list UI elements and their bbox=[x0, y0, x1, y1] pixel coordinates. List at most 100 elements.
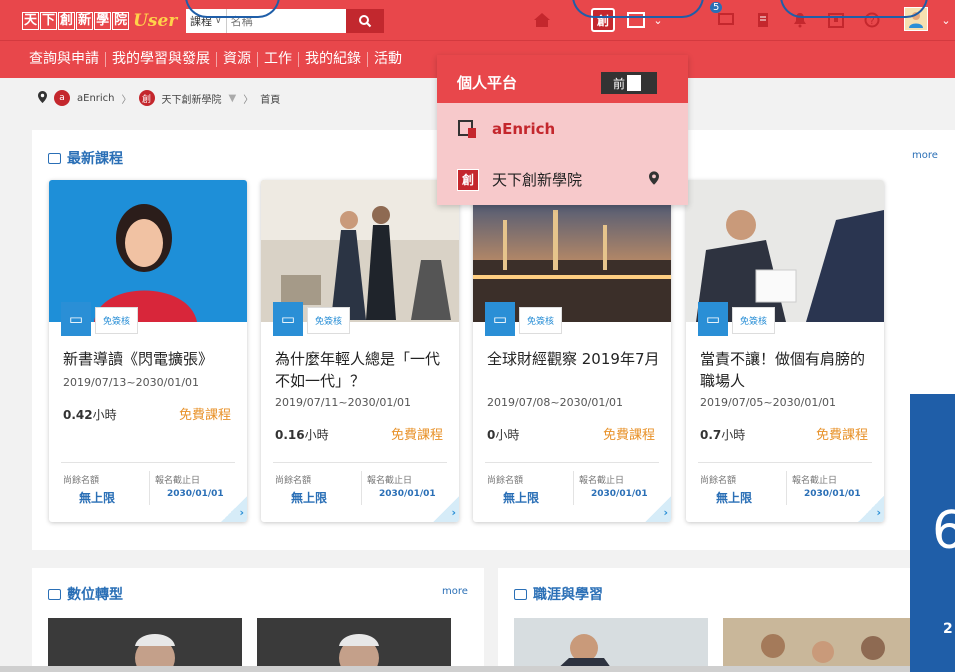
course-card[interactable]: ▭ 免簽核 為什麼年輕人總是「一代不如一代」？ 2019/07/11~2030/… bbox=[261, 180, 459, 522]
breadcrumb-separator: 〉 bbox=[243, 94, 254, 106]
quota-stat: 尚餘名額 無上限 bbox=[63, 476, 116, 505]
search-button[interactable] bbox=[346, 9, 384, 33]
side-overlay-panel: 6 2 bbox=[910, 394, 955, 672]
monitor-icon: ▭ bbox=[61, 302, 91, 336]
chevron-right-icon: › bbox=[876, 506, 881, 519]
page: { "header": { "logo_chars": ["天","下","創"… bbox=[0, 0, 955, 672]
logo-char: 創 bbox=[58, 12, 76, 30]
badge-label: 免簽核 bbox=[732, 307, 776, 334]
approval-badge: ▭ 免簽核 bbox=[61, 302, 139, 336]
badge-label: 免簽核 bbox=[519, 307, 563, 334]
book-icon bbox=[48, 152, 61, 164]
digital-transformation-panel: 數位轉型 more bbox=[32, 568, 484, 672]
dropdown-item-label: 天下創新學院 bbox=[492, 171, 583, 189]
nav-item-query[interactable]: 查詢與申請 bbox=[29, 52, 106, 67]
quota-stat: 尚餘名額 無上限 bbox=[487, 476, 540, 505]
deadline-stat: 報名截止日 2030/01/01 bbox=[155, 476, 224, 499]
nav-item-resources[interactable]: 資源 bbox=[217, 52, 258, 67]
aenrich-logo-icon: a bbox=[54, 90, 70, 106]
approval-badge: ▭ 免簽核 bbox=[273, 302, 351, 336]
breadcrumb-separator: 〉 bbox=[121, 94, 132, 106]
aenrich-logo-icon bbox=[457, 118, 479, 140]
overlay-number: 2 bbox=[943, 621, 953, 637]
home-icon[interactable] bbox=[532, 10, 552, 30]
course-date: 2019/07/08~2030/01/01 bbox=[487, 396, 624, 409]
card-arrow-button[interactable]: › bbox=[645, 496, 671, 522]
deadline-stat: 報名截止日 2030/01/01 bbox=[579, 476, 648, 499]
message-icon[interactable]: 5 bbox=[710, 2, 736, 30]
book-icon bbox=[48, 588, 61, 600]
free-course-label: 免費課程 bbox=[390, 428, 443, 443]
course-title[interactable]: 全球財經觀察 2019年7月 bbox=[487, 348, 662, 370]
course-stats: 尚餘名額 無上限 報名截止日 2030/01/01 bbox=[61, 462, 235, 512]
nav-item-activities[interactable]: 活動 bbox=[368, 52, 408, 67]
nav-item-my-records[interactable]: 我的紀錄 bbox=[299, 52, 368, 67]
nav-item-work[interactable]: 工作 bbox=[258, 52, 299, 67]
course-stats: 尚餘名額 無上限 報名截止日 2030/01/01 bbox=[485, 462, 659, 512]
digital-title: 數位轉型 bbox=[67, 587, 123, 603]
breadcrumb-item[interactable]: 天下創新學院 bbox=[162, 91, 222, 106]
course-thumbnail bbox=[48, 618, 242, 672]
course-title[interactable]: 當責不讓！做個有肩膀的職場人 bbox=[700, 348, 875, 392]
career-learning-panel: 職涯與學習 bbox=[498, 568, 910, 672]
logo-char: 學 bbox=[94, 12, 112, 30]
site-logo[interactable]: 天 下 創 新 學 院 User bbox=[22, 10, 177, 32]
course-card[interactable]: ▭ 免簽核 當責不讓！做個有肩膀的職場人 2019/07/05~2030/01/… bbox=[686, 180, 884, 522]
document-icon[interactable] bbox=[753, 10, 773, 30]
free-course-label: 免費課程 bbox=[178, 408, 231, 423]
course-date: 2019/07/13~2030/01/01 bbox=[63, 376, 200, 389]
chevron-right-icon: › bbox=[663, 506, 668, 519]
decorative-overlay bbox=[780, 0, 928, 18]
academy-logo-icon: 創 bbox=[138, 90, 155, 106]
course-hours: 0.7小時 bbox=[700, 428, 746, 442]
dropdown-item-label: aEnrich bbox=[492, 119, 556, 138]
location-pin-icon bbox=[649, 171, 659, 189]
logo-char: 天 bbox=[22, 12, 40, 30]
triangle-down-icon[interactable]: ▼ bbox=[229, 93, 237, 104]
dropdown-item-aenrich[interactable]: aEnrich bbox=[437, 103, 688, 154]
quota-stat: 尚餘名額 無上限 bbox=[275, 476, 328, 505]
panel-title: 職涯與學習 bbox=[514, 584, 603, 604]
approval-badge: ▭ 免簽核 bbox=[698, 302, 776, 336]
more-link[interactable]: more bbox=[442, 586, 468, 597]
location-pin-icon bbox=[38, 90, 47, 106]
logo-user-text: User bbox=[133, 11, 178, 31]
academy-logo-icon: 創 bbox=[457, 168, 479, 191]
course-thumbnail bbox=[261, 180, 459, 322]
course-title[interactable]: 為什麼年輕人總是「一代不如一代」？ bbox=[275, 348, 450, 392]
course-card[interactable]: ▭ 免簽核 新書導讀《閃電擴張》 2019/07/13~2030/01/01 0… bbox=[49, 180, 247, 522]
course-stats: 尚餘名額 無上限 報名截止日 2030/01/01 bbox=[698, 462, 872, 512]
decorative-overlay bbox=[572, 0, 704, 18]
search-icon bbox=[359, 15, 372, 28]
monitor-icon: ▭ bbox=[273, 302, 303, 336]
course-date: 2019/07/05~2030/01/01 bbox=[700, 396, 837, 409]
breadcrumb-item: 首頁 bbox=[260, 94, 281, 106]
dropdown-item-academy[interactable]: 創 天下創新學院 bbox=[437, 154, 688, 205]
course-thumbnail bbox=[686, 180, 884, 322]
deadline-stat: 報名截止日 2030/01/01 bbox=[792, 476, 861, 499]
course-card[interactable]: ▭ 免簽核 全球財經觀察 2019年7月 2019/07/08~2030/01/… bbox=[473, 180, 671, 522]
free-course-label: 免費課程 bbox=[602, 428, 655, 443]
nav-item-my-learning[interactable]: 我的學習與發展 bbox=[106, 52, 217, 67]
horizontal-scrollbar[interactable] bbox=[0, 666, 910, 672]
badge-label: 免簽核 bbox=[307, 307, 351, 334]
logo-char: 院 bbox=[112, 12, 130, 30]
course-title[interactable]: 新書導讀《閃電擴張》 bbox=[63, 348, 238, 370]
badge-label: 免簽核 bbox=[95, 307, 139, 334]
breadcrumb-item[interactable]: aEnrich bbox=[77, 93, 115, 104]
more-link[interactable]: more bbox=[912, 150, 938, 161]
deadline-stat: 報名截止日 2030/01/01 bbox=[367, 476, 436, 499]
course-thumbnail bbox=[257, 618, 451, 672]
chevron-right-icon: › bbox=[451, 506, 456, 519]
chevron-down-icon[interactable]: ⌄ bbox=[936, 10, 955, 30]
card-arrow-button[interactable]: › bbox=[858, 496, 884, 522]
chevron-right-icon: › bbox=[239, 506, 244, 519]
logo-char: 新 bbox=[76, 12, 94, 30]
tooltip: 前 bbox=[601, 72, 657, 94]
book-icon bbox=[514, 588, 527, 600]
monitor-icon: ▭ bbox=[485, 302, 515, 336]
card-arrow-button[interactable]: › bbox=[221, 496, 247, 522]
card-arrow-button[interactable]: › bbox=[433, 496, 459, 522]
course-thumbnail bbox=[49, 180, 247, 322]
course-date: 2019/07/11~2030/01/01 bbox=[275, 396, 412, 409]
